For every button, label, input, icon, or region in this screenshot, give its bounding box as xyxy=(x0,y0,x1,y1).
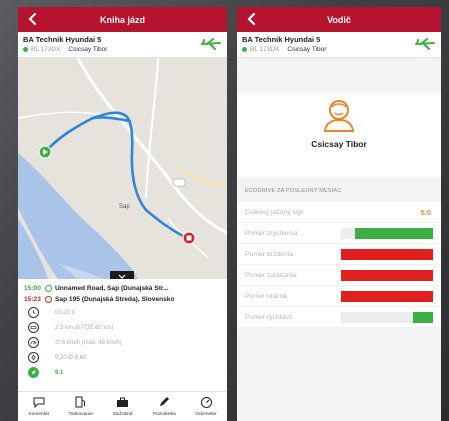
back-button[interactable] xyxy=(24,10,42,28)
trip-start-row: 15:00 Unnamed Road, Sap (Dunajská Str... xyxy=(18,283,227,294)
pencil-icon xyxy=(158,395,170,409)
tab-business[interactable]: Služobná xyxy=(102,392,144,421)
overall-score: 5.0 xyxy=(420,207,431,217)
end-place: Sap 195 (Dunajská Streda), Slovensko xyxy=(55,296,175,303)
metric-rpm: Pomer otáčok: xyxy=(237,286,441,307)
driver-name: Csicsay Tibor xyxy=(311,139,367,149)
chevron-left-icon xyxy=(28,13,37,25)
eco-score-icon xyxy=(28,367,39,378)
metric-acceleration: Pomer zrýchlenia: xyxy=(237,223,441,244)
end-marker-icon[interactable] xyxy=(182,231,196,245)
metric-bar-track xyxy=(341,311,433,323)
metric-bar-fill xyxy=(341,269,433,281)
back-button[interactable] xyxy=(243,10,261,28)
metric-bar-track xyxy=(341,227,433,239)
screen-title: Vodič xyxy=(327,14,351,25)
driver-card: Csicsay Tibor xyxy=(237,93,441,177)
comment-icon xyxy=(33,395,45,409)
tab-odometer[interactable]: Odometer xyxy=(185,392,227,421)
status-dot-icon xyxy=(23,47,28,52)
fuel-pump-icon xyxy=(75,395,86,409)
metric-bar-fill xyxy=(341,290,433,302)
end-time: 15:23 xyxy=(24,296,41,303)
stat-duration: 00:23 h xyxy=(18,305,227,320)
vehicle-driver: Csicsay Tibor xyxy=(287,46,327,53)
metric-bar-fill xyxy=(354,227,433,239)
metric-cornering: Pomer zatáčania: xyxy=(237,265,441,286)
start-marker-icon[interactable] xyxy=(38,145,52,159)
trip-log-screen: Kniha jázd BA Technik Hyundai 5 BL 173DX… xyxy=(18,7,227,421)
map-town-label: Sap xyxy=(119,204,130,210)
stat-speed: ∅ 6 km/h (max. 48 km/h) xyxy=(18,335,227,350)
metric-braking: Pomer brzdenia: xyxy=(237,244,441,265)
vehicle-plate: BL 173DX xyxy=(31,46,61,53)
metric-bar-track xyxy=(341,248,433,260)
tab-refueling[interactable]: Tankovanie xyxy=(60,392,102,421)
stat-distance: 2,3 km (67732,62 km) xyxy=(18,320,227,335)
stat-eco-score: 9.1 xyxy=(18,365,227,380)
vehicle-plate: BL 173DX xyxy=(250,46,280,53)
briefcase-icon xyxy=(116,395,129,409)
fleet-logo-icon xyxy=(201,38,221,50)
fleet-logo-icon xyxy=(415,38,435,50)
metric-bar-track xyxy=(341,290,433,302)
metric-bar-fill xyxy=(412,311,433,323)
vehicle-driver: Csicsay Tibor xyxy=(68,46,108,53)
metric-bar-fill xyxy=(341,248,433,260)
metric-speed: Pomer rýchlosti: xyxy=(237,307,441,328)
trip-end-row: 15:23 Sap 195 (Dunajská Streda), Slovens… xyxy=(18,294,227,305)
driver-avatar-icon xyxy=(323,100,355,132)
clock-icon xyxy=(28,307,39,318)
speed-icon xyxy=(28,337,39,348)
section-title: ECODRIVE ZA POSLEDNÝ MESIAC xyxy=(245,188,342,194)
screen-title: Kniha jázd xyxy=(99,14,145,25)
vehicle-name: BA Technik Hyundai 5 xyxy=(23,35,102,44)
ecodrive-metrics: Celkový jazdný štýl: 5.0 Pomer zrýchleni… xyxy=(237,202,441,328)
metric-overall: Celkový jazdný štýl: 5.0 xyxy=(237,202,441,223)
chevron-down-icon xyxy=(118,274,126,279)
tab-comment[interactable]: Komentár xyxy=(18,392,60,421)
odometer-icon xyxy=(200,395,213,409)
odometer-icon xyxy=(28,322,39,333)
metric-bar-track xyxy=(341,269,433,281)
route-map[interactable]: Sap xyxy=(18,58,227,279)
vehicle-header: BA Technik Hyundai 5 BL 173DX Csicsay Ti… xyxy=(18,32,227,58)
vehicle-header: BA Technik Hyundai 5 BL 173DX Csicsay Ti… xyxy=(237,32,441,58)
status-dot-icon xyxy=(242,47,247,52)
chevron-left-icon xyxy=(247,13,256,25)
start-time: 15:00 xyxy=(24,285,41,292)
vehicle-name: BA Technik Hyundai 5 xyxy=(242,35,321,44)
bottom-tab-bar: Komentár Tankovanie Služobná Poznámka Od… xyxy=(18,391,227,421)
top-bar: Kniha jázd xyxy=(18,7,227,32)
end-point-icon xyxy=(45,296,52,303)
top-bar: Vodič xyxy=(237,7,441,32)
trip-details: 15:00 Unnamed Road, Sap (Dunajská Str...… xyxy=(18,279,227,391)
map-canvas: Sap xyxy=(18,58,227,279)
fuel-icon xyxy=(28,352,39,363)
start-point-icon xyxy=(45,285,52,292)
start-place: Unnamed Road, Sap (Dunajská Str... xyxy=(55,285,169,292)
tab-note[interactable]: Poznámka xyxy=(143,392,185,421)
stat-fuel: 0,20 Ø 8,60 xyxy=(18,350,227,365)
driver-screen: Vodič BA Technik Hyundai 5 BL 173DX Csic… xyxy=(237,7,441,421)
